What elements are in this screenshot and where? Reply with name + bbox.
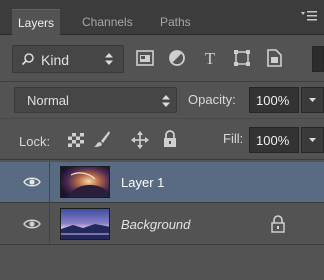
tab-channels[interactable]: Channels — [82, 9, 133, 35]
layer-name[interactable]: Background — [121, 217, 190, 232]
filter-toggle-switch[interactable] — [312, 46, 324, 72]
layers-panel: Layers Channels Paths Kind T Normal Opac… — [0, 0, 324, 280]
lock-options-row: Lock: Fill: 100% — [0, 120, 324, 160]
opacity-dropdown-button[interactable] — [301, 87, 324, 113]
type-filter-icon[interactable]: T — [199, 47, 221, 69]
layers-list-empty-area — [0, 246, 324, 280]
opacity-label: Opacity: — [188, 92, 236, 107]
tab-layers[interactable]: Layers — [12, 9, 61, 35]
fill-input[interactable]: 100% — [249, 127, 299, 153]
blend-options-row: Normal Opacity: 100% — [0, 83, 324, 119]
lock-transparent-pixels-icon[interactable] — [67, 131, 85, 149]
layer-name[interactable]: Layer 1 — [121, 175, 164, 190]
lock-image-pixels-icon[interactable] — [93, 130, 111, 148]
blend-mode-value: Normal — [27, 93, 69, 108]
lock-position-icon[interactable] — [131, 131, 149, 149]
panel-menu-icon[interactable] — [300, 10, 318, 24]
chevron-down-icon — [309, 138, 316, 142]
blend-mode-select[interactable]: Normal — [14, 87, 177, 113]
panel-tab-bar: Layers Channels Paths — [0, 0, 324, 35]
adjustment-filter-icon[interactable] — [166, 47, 188, 69]
layer-row-background[interactable]: Background — [0, 204, 324, 245]
eye-icon — [23, 177, 41, 187]
updown-arrow-icon — [105, 53, 113, 65]
search-icon — [21, 53, 34, 66]
shape-filter-icon[interactable] — [231, 47, 253, 69]
layer-thumbnail[interactable] — [60, 208, 110, 240]
updown-arrow-icon — [162, 95, 170, 107]
opacity-input[interactable]: 100% — [249, 87, 299, 113]
pixel-filter-icon[interactable] — [134, 47, 156, 69]
layer-visibility-toggle[interactable] — [0, 162, 50, 202]
layer-visibility-toggle[interactable] — [0, 204, 50, 244]
layer-locked-icon — [271, 215, 285, 233]
filter-kind-select[interactable]: Kind — [12, 45, 124, 73]
layer-thumbnail[interactable] — [60, 166, 110, 198]
chevron-down-icon — [309, 98, 316, 102]
opacity-value: 100% — [256, 93, 290, 108]
lock-label: Lock: — [19, 134, 51, 149]
fill-value: 100% — [256, 133, 290, 148]
smart-object-filter-icon[interactable] — [263, 47, 285, 69]
filter-kind-label: Kind — [41, 52, 70, 68]
svg-text:T: T — [205, 49, 216, 68]
tab-paths[interactable]: Paths — [160, 9, 191, 35]
fill-label: Fill: — [223, 131, 244, 146]
lock-all-icon[interactable] — [161, 130, 179, 148]
eye-icon — [23, 219, 41, 229]
layer-filter-row: Kind T — [0, 36, 324, 82]
layer-row-layer-1[interactable]: Layer 1 — [0, 162, 324, 203]
fill-dropdown-button[interactable] — [301, 127, 324, 153]
